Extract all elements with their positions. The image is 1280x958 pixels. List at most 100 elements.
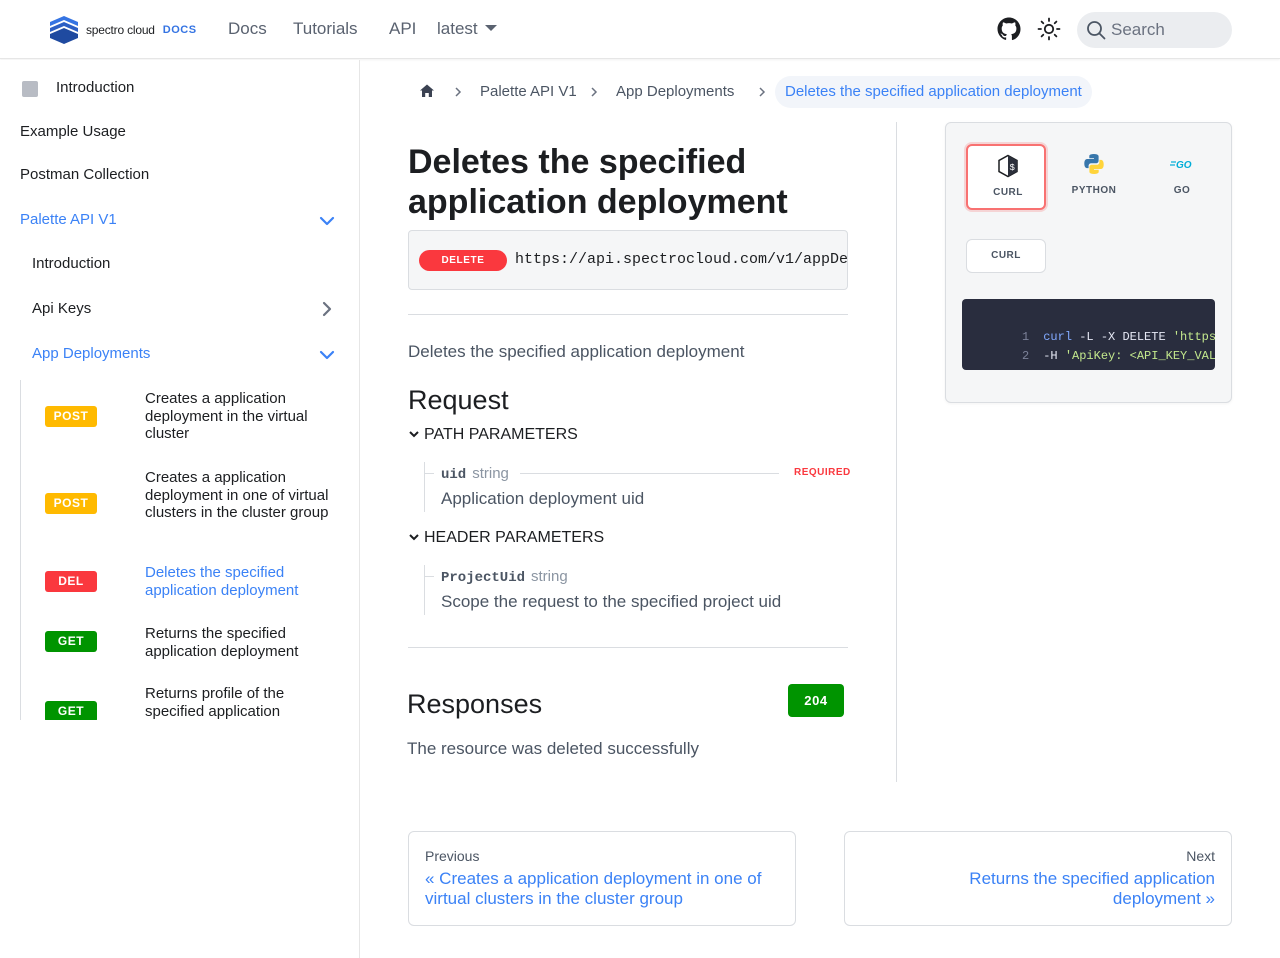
required-badge: REQUIRED [794,467,851,478]
pagination-sublabel: Previous [425,848,480,864]
param-type: string [472,465,509,482]
curl-shell-icon: $ [998,154,1018,178]
param-tree-line [424,565,425,615]
param-tree-tick [424,576,434,577]
home-icon[interactable] [419,83,435,99]
version-dropdown-label: latest [437,19,478,38]
sidebar-nest-line [20,380,21,720]
nav-tutorials-link[interactable]: Tutorials [293,19,358,39]
theme-toggle-sun-icon[interactable] [1037,17,1061,41]
sidebar-item-example-usage[interactable]: Example Usage [20,123,126,140]
caret-down-icon [484,25,497,31]
endpoint-label: Deletes the specified application deploy… [145,564,299,599]
endpoint-bar: DELETE https://api.spectrocloud.com/v1/a… [408,230,848,290]
svg-text:GO: GO [1176,160,1192,171]
method-badge-del: DEL [45,571,97,592]
param-name: uid [441,467,467,483]
method-badge-post: POST [45,406,97,427]
param-name: ProjectUid [441,570,526,586]
breadcrumb-separator-icon [455,87,462,97]
chevron-down-icon[interactable] [318,212,336,230]
param-rule [520,473,779,474]
path-parameters-heading: PATH PARAMETERS [424,426,578,443]
code-block[interactable]: 1curl -L -X DELETE 'https://api.spectroc… [962,299,1215,370]
param-tree-line [424,462,425,512]
sidebar: Introduction Example Usage Postman Colle… [0,60,360,958]
sidebar-item-app-deployments[interactable]: App Deployments [32,345,150,362]
go-icon: GO [1170,160,1192,171]
sidebar-endpoint-item[interactable]: GET Returns profile of the specified app… [0,670,359,720]
svg-text:$: $ [1010,163,1016,173]
lang-tab-python[interactable]: PYTHON [1054,144,1134,210]
pagination-label: « Creates a application deployment in on… [425,869,762,908]
search-icon [1087,21,1106,40]
method-badge-get: GET [45,631,97,652]
method-badge-get: GET [45,701,97,720]
breadcrumb-separator-icon [759,87,766,97]
divider [408,647,848,648]
pagination-next[interactable]: Next Returns the specified application d… [844,831,1232,926]
endpoint-description: Deletes the specified application deploy… [408,342,745,361]
endpoint-label: Returns profile of the specified applica… [145,685,285,720]
python-icon [1084,154,1104,174]
param-uid: uid string [441,465,509,483]
nav-api-link[interactable]: API [389,19,416,39]
code-string: 'ApiKey: <API_KEY_VALUE>' [1064,349,1215,363]
lang-label: GO [1173,185,1191,196]
request-heading: Request [408,385,509,415]
version-dropdown[interactable]: latest [437,19,497,39]
response-description: The resource was deleted successfully [407,739,699,758]
method-badge-post: POST [45,493,97,514]
sidebar-item-introduction[interactable]: Introduction [56,79,134,96]
chevron-right-icon[interactable] [318,300,336,318]
status-code-tab[interactable]: 204 [788,684,844,717]
code-line: 2 -H 'ApiKey: <API_KEY_VALUE>' [962,335,1215,370]
pagination-label: Returns the specified application deploy… [969,869,1215,908]
code-args: -H [1043,349,1065,363]
breadcrumb-app-deployments[interactable]: App Deployments [616,83,734,100]
pagination-previous[interactable]: Previous « Creates a application deploym… [408,831,796,926]
endpoint-label: Creates a application deployment in one … [145,469,329,521]
pagination-sublabel: Next [1186,848,1215,864]
nav-docs-link[interactable]: Docs [228,19,267,39]
chevron-down-icon[interactable] [318,346,336,364]
breadcrumb-current: Deletes the specified application deploy… [775,76,1092,108]
variant-tab-curl[interactable]: CURL [966,239,1046,273]
endpoint-label: Creates a application deployment in the … [145,390,308,442]
lang-tab-curl[interactable]: $ CURL [966,144,1046,210]
lang-label: CURL [993,187,1023,198]
param-tree-tick [424,473,434,474]
logo[interactable]: spectro cloud DOCS [48,16,197,44]
sidebar-item-api-keys[interactable]: Api Keys [32,300,91,317]
column-divider [896,122,897,782]
responses-heading: Responses [407,689,543,719]
header-parameters-toggle[interactable]: HEADER PARAMETERS [408,529,604,547]
spectro-cloud-logo-icon [50,16,78,44]
search-input[interactable] [1111,19,1221,41]
lang-label: PYTHON [1071,185,1117,196]
endpoint-url: https://api.spectrocloud.com/v1/appDeplo… [515,251,848,268]
sidebar-item-sub-introduction[interactable]: Introduction [32,255,110,272]
sidebar-item-palette-api-v1[interactable]: Palette API V1 [20,211,117,228]
method-badge-delete: DELETE [419,250,507,271]
header-parameters-heading: HEADER PARAMETERS [424,529,605,546]
param-projectuid: ProjectUid string [441,568,568,586]
param-description: Application deployment uid [441,489,645,508]
param-type: string [531,568,568,585]
github-icon[interactable] [997,17,1021,41]
line-number: 2 [1022,349,1030,363]
path-parameters-toggle[interactable]: PATH PARAMETERS [408,426,578,444]
lang-tab-go[interactable]: GO GO [1142,144,1222,210]
param-description: Scope the request to the specified proje… [441,592,782,611]
divider [408,314,848,315]
breadcrumb-palette-api-v1[interactable]: Palette API V1 [480,83,577,100]
page-title: Deletes the specified application deploy… [408,143,788,221]
logo-docs-label: DOCS [162,24,197,36]
introduction-icon [22,81,38,97]
chevron-down-icon [409,431,419,438]
navbar: spectro cloud DOCS Docs Tutorials API la… [0,0,1280,59]
chevron-down-icon [409,534,419,541]
sidebar-item-postman-collection[interactable]: Postman Collection [20,166,149,183]
endpoint-label: Returns the specified application deploy… [145,625,299,660]
code-sample-panel: $ CURL PYTHON GO GO CURL 1 curl -L -X DEL… [945,122,1232,403]
